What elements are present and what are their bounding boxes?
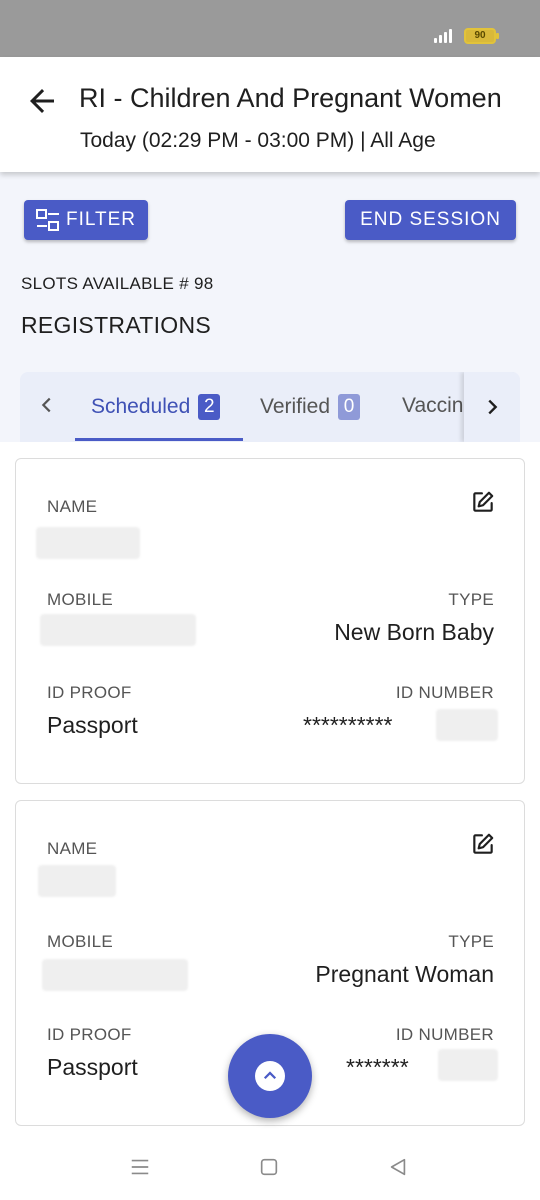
tab-label: Vaccin xyxy=(402,394,464,417)
battery-icon: 90 xyxy=(464,28,499,44)
id-number-value: ********** xyxy=(303,712,393,738)
back-triangle-icon[interactable] xyxy=(387,1156,409,1178)
type-label: TYPE xyxy=(448,932,494,951)
section-title: REGISTRATIONS xyxy=(21,312,212,338)
tab-verified[interactable]: Verified 0 xyxy=(260,394,361,420)
type-value: New Born Baby xyxy=(334,619,494,645)
filter-icon xyxy=(35,209,59,231)
chevron-right-icon xyxy=(488,399,498,415)
tab-scroll-left-button[interactable] xyxy=(36,394,58,416)
home-square-icon[interactable] xyxy=(258,1156,280,1178)
filter-button[interactable]: FILTER xyxy=(24,200,148,240)
mobile-label: MOBILE xyxy=(47,932,114,951)
slots-available: SLOTS AVAILABLE # 98 xyxy=(21,274,214,293)
id-proof-value: Passport xyxy=(47,1054,138,1080)
system-nav-bar xyxy=(0,1130,540,1200)
type-value: Pregnant Woman xyxy=(315,961,494,987)
id-proof-value: Passport xyxy=(47,712,138,738)
signal-icon xyxy=(434,29,456,43)
menu-icon[interactable] xyxy=(129,1156,151,1178)
edit-icon xyxy=(473,833,494,854)
name-label: NAME xyxy=(47,839,98,858)
id-number-redacted xyxy=(438,1049,498,1081)
tab-count-badge: 0 xyxy=(338,394,361,420)
mobile-value-redacted xyxy=(42,959,188,991)
session-subtitle: Today (02:29 PM - 03:00 PM) | All Age xyxy=(80,129,436,152)
type-label: TYPE xyxy=(448,590,494,609)
tab-label: Verified xyxy=(260,395,331,418)
registration-card[interactable]: NAME MOBILE TYPE New Born Baby ID PROOF … xyxy=(15,458,525,784)
tab-scroll-right-button[interactable] xyxy=(464,372,520,442)
name-value-redacted xyxy=(38,865,116,897)
back-button[interactable] xyxy=(24,83,60,119)
name-label: NAME xyxy=(47,497,98,516)
app-bar: RI - Children And Pregnant Women Today (… xyxy=(0,57,540,172)
id-number-label: ID NUMBER xyxy=(395,683,494,702)
chevron-up-icon xyxy=(263,1071,277,1080)
selected-tab-indicator xyxy=(75,438,243,441)
mobile-value-redacted xyxy=(40,614,196,646)
edit-button[interactable] xyxy=(470,831,496,857)
mobile-label: MOBILE xyxy=(47,590,114,609)
end-session-button[interactable]: END SESSION xyxy=(345,200,516,240)
edit-icon xyxy=(473,491,494,512)
edit-button[interactable] xyxy=(470,489,496,515)
filter-label: FILTER xyxy=(65,209,137,230)
tab-count-badge: 2 xyxy=(198,394,221,420)
name-value-redacted xyxy=(36,527,140,559)
tab-vaccinated[interactable]: Vaccin xyxy=(402,394,463,418)
tab-scheduled[interactable]: Scheduled 2 xyxy=(91,394,221,420)
chevron-left-icon xyxy=(41,397,51,413)
scroll-to-top-button[interactable] xyxy=(228,1034,312,1118)
id-proof-label: ID PROOF xyxy=(47,683,132,702)
id-number-label: ID NUMBER xyxy=(395,1025,494,1044)
id-number-redacted xyxy=(436,709,498,741)
back-arrow-icon xyxy=(30,89,54,113)
id-proof-label: ID PROOF xyxy=(47,1025,132,1044)
page-title: RI - Children And Pregnant Women xyxy=(79,83,502,113)
id-number-value: ******* xyxy=(346,1054,409,1080)
status-tabs: Scheduled 2 Verified 0 Vaccin xyxy=(20,372,520,442)
tab-label: Scheduled xyxy=(91,395,191,418)
status-bar: 90 xyxy=(0,0,540,57)
